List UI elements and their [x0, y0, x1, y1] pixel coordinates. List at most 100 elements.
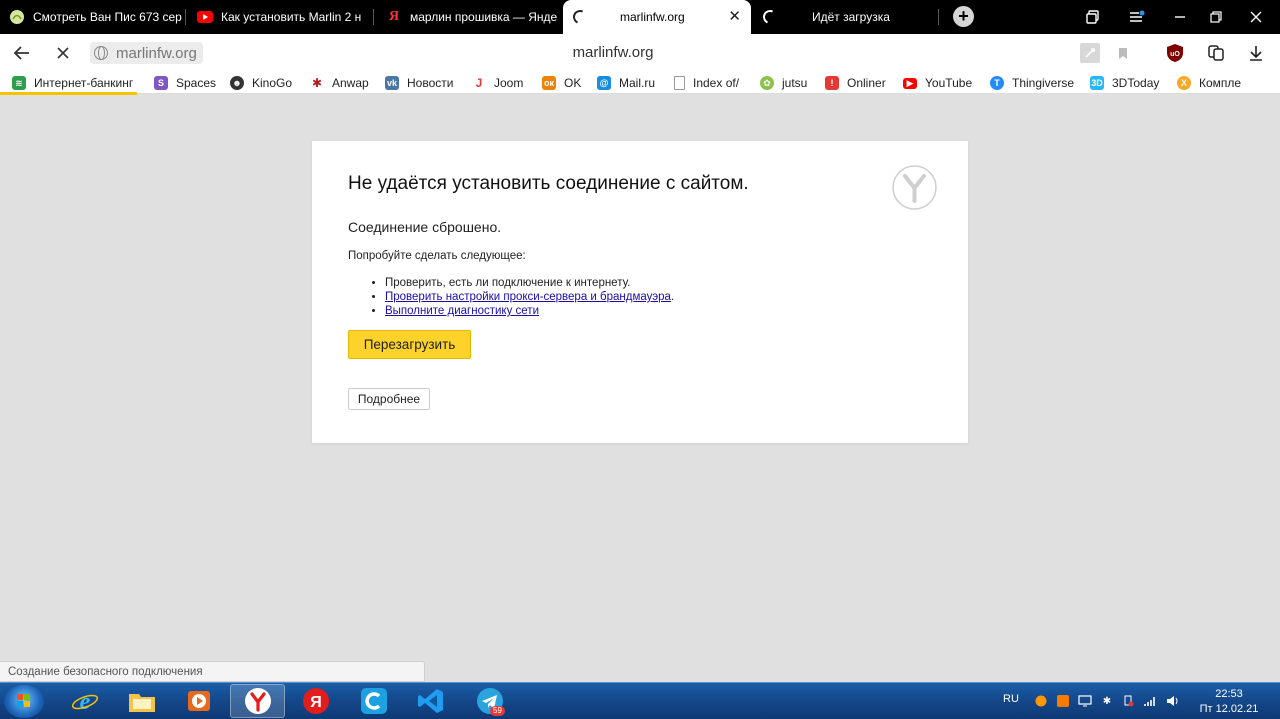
tabs-overview-icon[interactable]	[1073, 0, 1113, 34]
bookmark-item[interactable]: ✱ Anwap	[310, 74, 369, 92]
bookmark-label: Onliner	[847, 76, 886, 90]
bookmark-label: Index of/	[693, 76, 740, 90]
bookmark-label: Компле	[1199, 76, 1242, 90]
ublock-origin-icon[interactable]: uO	[1165, 43, 1185, 63]
error-subtitle: Соединение сброшено.	[348, 219, 502, 235]
tab-title: Как установить Marlin 2 н	[221, 10, 362, 24]
bookmark-item[interactable]: X Компле	[1177, 74, 1241, 92]
error-card: Не удаётся установить соединение с сайто…	[312, 141, 968, 443]
svg-text:uO: uO	[1170, 51, 1180, 58]
internet-explorer-icon[interactable]: e	[57, 684, 112, 718]
downloads-icon[interactable]	[1246, 43, 1266, 63]
address-bar: marlinfw.org marlinfw.org uO	[0, 34, 1280, 72]
telegram-icon[interactable]: 59	[462, 684, 517, 718]
details-button[interactable]: Подробнее	[348, 388, 430, 410]
bookmark-item[interactable]: 3D 3DToday	[1090, 74, 1159, 92]
new-tab-button[interactable]: +	[953, 6, 974, 27]
proxy-settings-link[interactable]: Проверить настройки прокси-сервера и бра…	[385, 291, 671, 303]
bookmark-item[interactable]: @ Mail.ru	[597, 74, 655, 92]
close-tab-icon[interactable]: ✕	[728, 9, 741, 25]
volume-icon[interactable]	[1166, 695, 1180, 707]
tab-title: марлин прошивка — Янде	[410, 10, 558, 24]
monitor-tray-icon[interactable]	[1078, 695, 1092, 707]
page-host-title: marlinfw.org	[572, 44, 654, 61]
tray-app-icon[interactable]	[1056, 695, 1070, 707]
telegram-unread-badge: 59	[490, 706, 505, 716]
joom-icon: J	[475, 76, 483, 90]
bookmark-item[interactable]: S Spaces	[154, 74, 216, 92]
anime-favicon-icon	[9, 9, 25, 25]
bookmark-item[interactable]: Index of/	[674, 74, 739, 92]
bookmark-icon[interactable]	[1113, 43, 1133, 63]
bookmark-item[interactable]: ! Onliner	[825, 74, 886, 92]
ccleaner-icon[interactable]	[346, 684, 401, 718]
clock-time: 22:53	[1215, 688, 1243, 700]
page-loading-bar	[0, 92, 137, 95]
3dtoday-icon: 3D	[1090, 76, 1104, 90]
vk-icon: vk	[385, 76, 399, 90]
suggestion-proxy-settings: Проверить настройки прокси-сервера и бра…	[385, 290, 674, 304]
tab-yandex-search[interactable]: Я марлин прошивка — Янде	[377, 0, 561, 34]
collections-icon[interactable]	[1206, 43, 1226, 63]
clock[interactable]: 22:53 Пт 12.02.21	[1196, 687, 1262, 717]
restore-icon[interactable]	[1196, 0, 1236, 34]
yandex-disk-tray-icon[interactable]	[1034, 695, 1048, 707]
minimize-icon[interactable]	[1160, 0, 1200, 34]
bookmark-item[interactable]: ок OK	[542, 74, 581, 92]
menu-icon[interactable]	[1117, 0, 1157, 34]
yandex-icon[interactable]: Я	[288, 684, 343, 718]
windows-taskbar: e Я 59 RU ✱ 22:53 Пт 12.02.21	[0, 682, 1280, 719]
start-button[interactable]	[4, 685, 44, 718]
tab-title: marlinfw.org	[620, 10, 685, 24]
bookmark-label: Mail.ru	[619, 76, 656, 90]
tab-title: Идёт загрузка	[812, 10, 890, 24]
bookmark-item[interactable]: ✿ jutsu	[760, 74, 807, 92]
bookmark-item[interactable]: T Thingiverse	[990, 74, 1074, 92]
suggestions-list: Проверить, есть ли подключение к интерне…	[385, 276, 674, 318]
svg-text:e: e	[79, 689, 90, 715]
loading-spinner-icon	[761, 8, 779, 26]
network-signal-icon[interactable]	[1143, 695, 1157, 707]
reload-button[interactable]: Перезагрузить	[348, 330, 471, 359]
bookmark-item[interactable]: J Joom	[472, 74, 524, 92]
vscode-icon[interactable]	[403, 684, 458, 718]
bookmark-item[interactable]: vk Новости	[385, 74, 453, 92]
rocket-icon[interactable]	[1080, 43, 1100, 63]
tab-marlin-video[interactable]: Как установить Marlin 2 н	[188, 0, 374, 34]
file-explorer-icon[interactable]	[114, 684, 169, 718]
bookmark-item[interactable]: ▶ YouTube	[903, 74, 972, 92]
bookmark-label: YouTube	[925, 76, 973, 90]
odnoklassniki-icon: ок	[542, 76, 556, 90]
suggestion-network-diagnostics: Выполните диагностику сети	[385, 304, 674, 318]
bookmark-item[interactable]: ☻ KinoGo	[230, 74, 292, 92]
bookmark-item[interactable]: ≋ Интернет-банкинг	[12, 74, 133, 92]
media-player-icon[interactable]	[171, 684, 226, 718]
thingiverse-icon: T	[990, 76, 1004, 90]
bug-icon: ✱	[311, 76, 323, 90]
bookmark-label: KinoGo	[252, 76, 293, 90]
yandex-browser-icon[interactable]	[230, 684, 285, 718]
loading-spinner-icon	[571, 8, 589, 26]
try-label: Попробуйте сделать следующее:	[348, 250, 526, 262]
close-window-icon[interactable]	[1236, 0, 1276, 34]
jutsu-icon: ✿	[760, 76, 774, 90]
tab-marlinfw-active[interactable]: marlinfw.org ✕	[563, 0, 751, 34]
tab-separator	[373, 9, 374, 25]
youtube-icon	[197, 9, 213, 25]
onliner-icon: !	[825, 76, 839, 90]
bookmark-label: Joom	[494, 76, 524, 90]
yandex-icon: Я	[388, 9, 400, 24]
tab-one-piece[interactable]: Смотреть Ван Пис 673 сер	[0, 0, 186, 34]
bluetooth-icon[interactable]: ✱	[1100, 695, 1114, 707]
network-diagnostics-link[interactable]: Выполните диагностику сети	[385, 305, 539, 317]
tab-title: Смотреть Ван Пис 673 сер	[33, 10, 182, 24]
tab-strip: Смотреть Ван Пис 673 сер Как установить …	[0, 0, 1280, 34]
bookmarks-bar: ≋ Интернет-банкинг S Spaces ☻ KinoGo ✱ Anwap…	[0, 72, 1280, 94]
language-indicator[interactable]: RU	[1003, 693, 1019, 705]
safely-remove-icon[interactable]	[1121, 695, 1135, 707]
tab-loading[interactable]: Идёт загрузка	[753, 0, 939, 34]
bookmark-label: Интернет-банкинг	[34, 76, 134, 90]
bookmark-label: Spaces	[176, 76, 217, 90]
bookmark-label: Thingiverse	[1012, 76, 1075, 90]
kinogo-icon: ☻	[230, 76, 244, 90]
